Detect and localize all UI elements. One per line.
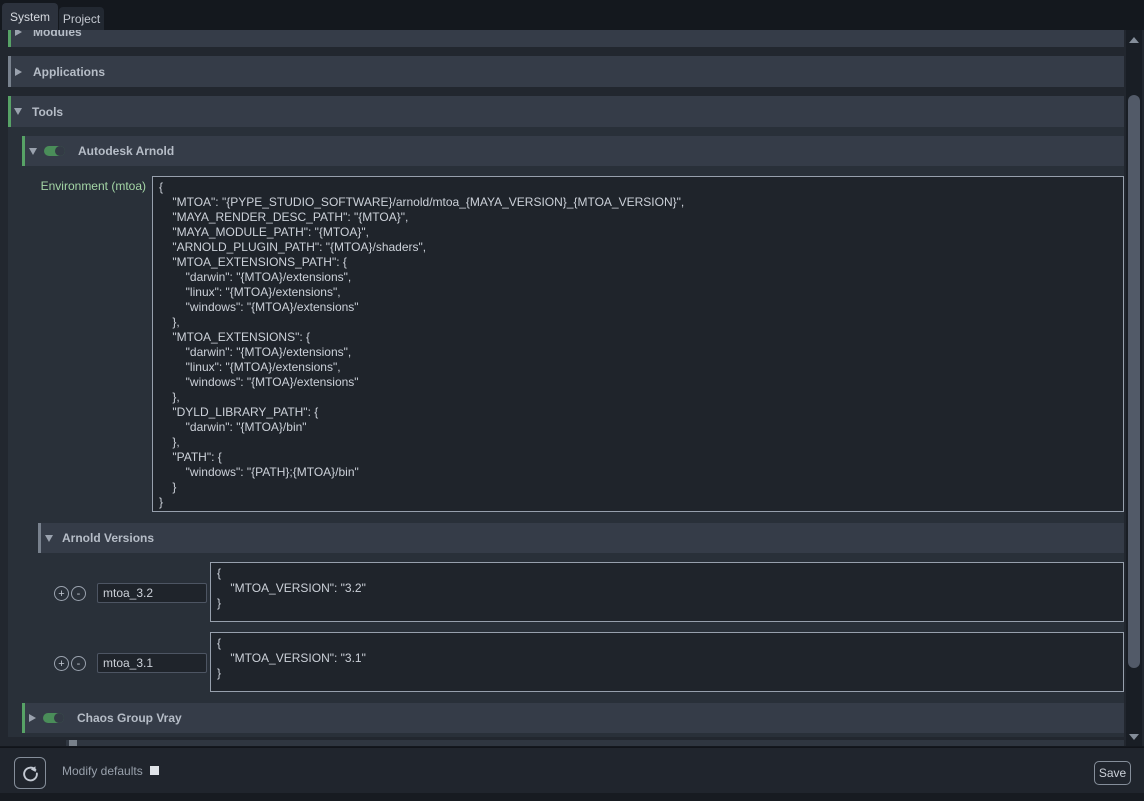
clipped-icon xyxy=(69,740,77,746)
version-entry-controls: + - xyxy=(54,586,86,601)
section-title: Tools xyxy=(32,105,63,119)
section-header-modules[interactable]: Modules xyxy=(8,30,1124,47)
tab-system[interactable]: System xyxy=(2,3,58,30)
window-bottom-edge xyxy=(0,793,1144,801)
environment-mtoa-textarea[interactable]: { "MTOA": "{PYPE_STUDIO_SOFTWARE}/arnold… xyxy=(152,176,1124,512)
section-header-applications[interactable]: Applications xyxy=(8,56,1124,87)
environment-mtoa-label: Environment (mtoa) xyxy=(22,179,146,193)
vertical-scrollbar[interactable] xyxy=(1126,30,1142,746)
tab-bar: System Project xyxy=(0,0,1144,30)
tab-project[interactable]: Project xyxy=(59,7,104,30)
modify-defaults-checkbox[interactable] xyxy=(150,766,159,775)
section-header-autodesk-arnold[interactable]: Autodesk Arnold xyxy=(22,136,1124,166)
section-header-chaos-group-vray[interactable]: Chaos Group Vray xyxy=(22,703,1124,733)
clipped-next-section xyxy=(66,740,1124,746)
chevron-down-icon xyxy=(29,148,37,155)
toggle-knob-icon xyxy=(55,146,65,156)
chevron-right-icon xyxy=(29,714,36,722)
arnold-enabled-toggle[interactable] xyxy=(44,146,65,156)
arrow-down-icon xyxy=(1129,734,1139,740)
section-title: Chaos Group Vray xyxy=(77,711,182,725)
refresh-button[interactable] xyxy=(14,757,46,789)
section-header-arnold-versions[interactable]: Arnold Versions xyxy=(38,523,1124,553)
footer-bar: Modify defaults Save xyxy=(0,747,1144,793)
remove-version-button[interactable]: - xyxy=(71,586,86,601)
version-key-input[interactable] xyxy=(97,583,207,603)
save-button[interactable]: Save xyxy=(1094,761,1131,785)
version-key-input[interactable] xyxy=(97,653,207,673)
chevron-down-icon xyxy=(14,108,22,115)
arrow-up-icon xyxy=(1129,37,1139,43)
section-title: Autodesk Arnold xyxy=(78,144,174,158)
version-value-textarea[interactable]: { "MTOA_VERSION": "3.1" } xyxy=(210,632,1124,692)
version-value-textarea[interactable]: { "MTOA_VERSION": "3.2" } xyxy=(210,562,1124,622)
modify-defaults-label: Modify defaults xyxy=(62,764,143,778)
tab-project-label: Project xyxy=(63,12,100,26)
chevron-right-icon xyxy=(15,68,22,76)
vray-enabled-toggle[interactable] xyxy=(43,713,64,723)
scroll-up-button[interactable] xyxy=(1126,32,1142,47)
settings-scroll-area: Modules Applications Tools Autodesk Arno… xyxy=(0,30,1144,746)
chevron-right-icon xyxy=(15,30,22,36)
section-title: Applications xyxy=(33,65,105,79)
section-title: Modules xyxy=(33,30,82,39)
remove-version-button[interactable]: - xyxy=(71,656,86,671)
add-version-button[interactable]: + xyxy=(54,586,69,601)
settings-window: System Project Modules Applications Tool… xyxy=(0,0,1144,801)
chevron-down-icon xyxy=(45,535,53,542)
vertical-scrollbar-thumb[interactable] xyxy=(1128,95,1140,668)
scroll-down-button[interactable] xyxy=(1126,729,1142,744)
version-entry-controls: + - xyxy=(54,656,86,671)
toggle-knob-icon xyxy=(54,713,64,723)
add-version-button[interactable]: + xyxy=(54,656,69,671)
tab-system-label: System xyxy=(10,10,50,24)
section-header-tools[interactable]: Tools xyxy=(8,96,1124,127)
refresh-icon xyxy=(22,765,39,782)
section-title: Arnold Versions xyxy=(62,531,154,545)
